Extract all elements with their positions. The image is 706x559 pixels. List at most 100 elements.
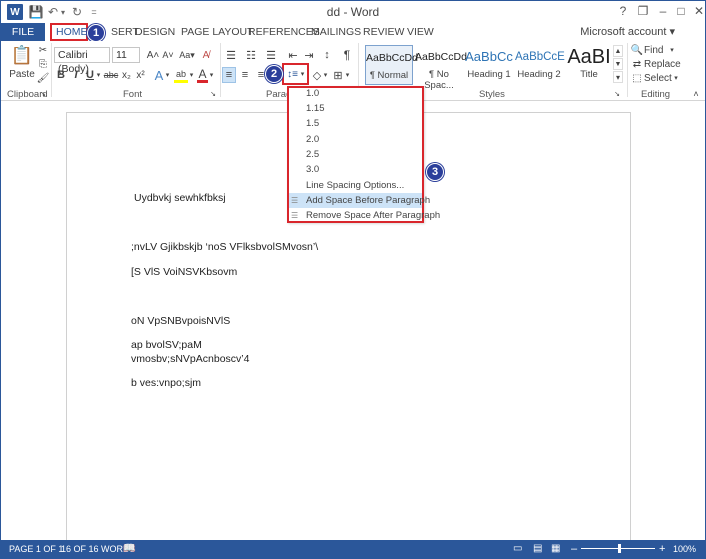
- bullets-icon[interactable]: ☰: [223, 47, 239, 63]
- maximize-icon[interactable]: □: [671, 3, 691, 19]
- paste-button[interactable]: Paste: [7, 68, 37, 80]
- page-count[interactable]: PAGE 1 OF 1: [9, 540, 63, 558]
- font-color-dropdown-icon[interactable]: ▾: [208, 67, 215, 83]
- zoom-level[interactable]: 100%: [673, 540, 696, 558]
- borders-dropdown-icon[interactable]: ▾: [344, 67, 351, 83]
- decrease-indent-icon[interactable]: ⇤: [286, 47, 300, 63]
- select-dropdown-icon[interactable]: ▾: [672, 72, 680, 84]
- shrink-font-icon[interactable]: A˅: [161, 47, 175, 63]
- tab-file[interactable]: FILE: [1, 23, 45, 41]
- clipboard-launcher-icon[interactable]: ↘: [39, 90, 47, 98]
- font-size-select[interactable]: 11: [112, 47, 140, 63]
- grow-font-icon[interactable]: A˄: [146, 47, 160, 63]
- print-layout-icon[interactable]: ▤: [533, 540, 542, 558]
- read-mode-icon[interactable]: ▭: [513, 540, 522, 558]
- line-spacing-option-1-15[interactable]: 1.15: [289, 101, 422, 116]
- tab-home[interactable]: HOME: [50, 23, 88, 41]
- replace-icon[interactable]: ⇄: [631, 58, 643, 70]
- add-space-label: Add Space Before Paragraph: [306, 195, 431, 206]
- style-normal[interactable]: AaBbCcDd ¶ Normal: [365, 45, 418, 85]
- bold-button[interactable]: B: [55, 67, 67, 83]
- line-spacing-option-2-5[interactable]: 2.5: [289, 147, 422, 162]
- highlight-icon[interactable]: ab: [174, 67, 188, 83]
- find-button[interactable]: Find: [644, 44, 668, 56]
- text-effects-dropdown-icon[interactable]: ▾: [164, 67, 171, 83]
- shading-dropdown-icon[interactable]: ▾: [322, 67, 329, 83]
- ribbon-display-icon[interactable]: ❐: [633, 3, 653, 19]
- line-spacing-option-1-5[interactable]: 1.5: [289, 116, 422, 131]
- help-icon[interactable]: ?: [613, 3, 633, 19]
- document-line[interactable]: b ves:vnpo;sjm: [131, 377, 201, 389]
- replace-button[interactable]: Replace: [644, 58, 684, 70]
- tab-review[interactable]: REVIEW: [359, 23, 408, 41]
- subscript-button[interactable]: x₂: [120, 67, 133, 83]
- font-color-icon[interactable]: A: [197, 67, 208, 83]
- style-heading-2[interactable]: AaBbCcE Heading 2: [515, 45, 565, 85]
- strikethrough-button[interactable]: abc: [103, 67, 119, 83]
- remove-space-icon: ☰: [291, 211, 299, 220]
- cut-icon[interactable]: ✂: [37, 44, 49, 56]
- style-no-spacing[interactable]: AaBbCcDd ¶ No Spac...: [415, 45, 467, 91]
- copy-icon[interactable]: ⎘: [37, 58, 49, 70]
- style-sample: AaBbCcE: [515, 51, 565, 63]
- collapse-ribbon-icon[interactable]: ˄: [691, 89, 701, 99]
- minimize-icon[interactable]: –: [653, 3, 673, 19]
- find-dropdown-icon[interactable]: ▾: [668, 44, 676, 56]
- multilevel-list-icon[interactable]: ☰: [263, 47, 279, 63]
- tab-mailings[interactable]: MAILINGS: [307, 23, 365, 41]
- document-line[interactable]: ;nvLV Gjikbskjb ‘noS VFlksbvolSMvosn’\: [131, 241, 318, 253]
- center-button[interactable]: ≡: [238, 67, 252, 83]
- status-bar: PAGE 1 OF 1 16 OF 16 WORDS 📖 ▭ ▤ ▦ – + 1…: [1, 540, 705, 558]
- italic-button[interactable]: I: [70, 67, 82, 83]
- close-icon[interactable]: ✕: [689, 3, 705, 19]
- line-spacing-options-item[interactable]: Line Spacing Options...: [289, 178, 422, 193]
- style-sample: AaBbCcDd: [366, 52, 418, 64]
- align-left-button[interactable]: ≡: [222, 67, 236, 83]
- zoom-in-icon[interactable]: +: [659, 540, 665, 558]
- style-title[interactable]: AaBI Title: [565, 45, 613, 85]
- styles-more-icon[interactable]: ▾: [613, 71, 623, 83]
- show-formatting-icon[interactable]: ¶: [341, 47, 353, 63]
- document-line[interactable]: oN VpSNBvpoisNVlS: [131, 315, 230, 327]
- proofing-icon[interactable]: 📖: [123, 540, 135, 558]
- borders-icon[interactable]: ⊞: [332, 67, 344, 83]
- document-line[interactable]: ap bvolSV;paM: [131, 339, 202, 351]
- styles-launcher-icon[interactable]: ↘: [613, 90, 621, 98]
- select-button[interactable]: Select: [644, 72, 674, 84]
- highlight-dropdown-icon[interactable]: ▾: [188, 67, 195, 83]
- superscript-button[interactable]: x²: [134, 67, 147, 83]
- style-heading-1[interactable]: AaBbCc Heading 1: [465, 45, 513, 85]
- paste-icon[interactable]: 📋: [11, 43, 33, 67]
- increase-indent-icon[interactable]: ⇥: [302, 47, 316, 63]
- document-line[interactable]: [S VlS VoiNSVKbsovm: [131, 266, 237, 278]
- account-menu[interactable]: Microsoft account ▾: [580, 25, 675, 38]
- styles-scroll-down-icon[interactable]: ▼: [613, 58, 623, 70]
- find-icon[interactable]: 🔍: [631, 44, 643, 56]
- clear-formatting-icon[interactable]: A̸: [199, 47, 213, 63]
- line-spacing-option-3-0[interactable]: 3.0: [289, 162, 422, 177]
- zoom-slider-thumb[interactable]: [618, 544, 621, 553]
- select-icon[interactable]: ⬚: [631, 72, 643, 84]
- title-bar: W 💾 ↶ ▾ ↻ = dd - Word ? ❐ – □ ✕: [1, 1, 705, 23]
- line-spacing-option-1-0[interactable]: 1.0: [289, 86, 422, 101]
- format-painter-icon[interactable]: 🖌: [37, 72, 50, 84]
- document-line[interactable]: vmosbv;sNVpAcnboscv’4: [131, 353, 249, 365]
- change-case-icon[interactable]: Aa▾: [177, 47, 197, 63]
- underline-dropdown-icon[interactable]: ▾: [95, 67, 102, 83]
- web-layout-icon[interactable]: ▦: [551, 540, 560, 558]
- font-family-select[interactable]: Calibri (Body): [54, 47, 110, 75]
- line-spacing-menu: 1.0 1.15 1.5 2.0 2.5 3.0 Line Spacing Op…: [287, 86, 440, 223]
- document-line[interactable]: Uydbvkj sewhkfbksj: [134, 192, 226, 204]
- styles-scroll-up-icon[interactable]: ▲: [613, 45, 623, 57]
- add-space-before-item[interactable]: ☰ Add Space Before Paragraph: [289, 193, 430, 208]
- sort-icon[interactable]: ↕: [321, 47, 333, 63]
- tab-design[interactable]: DESIGN: [131, 23, 179, 41]
- zoom-out-icon[interactable]: –: [571, 540, 577, 558]
- tab-view[interactable]: VIEW: [403, 23, 438, 41]
- font-launcher-icon[interactable]: ↘: [209, 90, 217, 98]
- window-title: dd - Word: [326, 5, 380, 19]
- line-spacing-option-2-0[interactable]: 2.0: [289, 132, 422, 147]
- remove-space-after-item[interactable]: ☰ Remove Space After Paragraph: [289, 208, 440, 223]
- style-name: Heading 1: [467, 69, 511, 80]
- numbering-icon[interactable]: ☷: [243, 47, 259, 63]
